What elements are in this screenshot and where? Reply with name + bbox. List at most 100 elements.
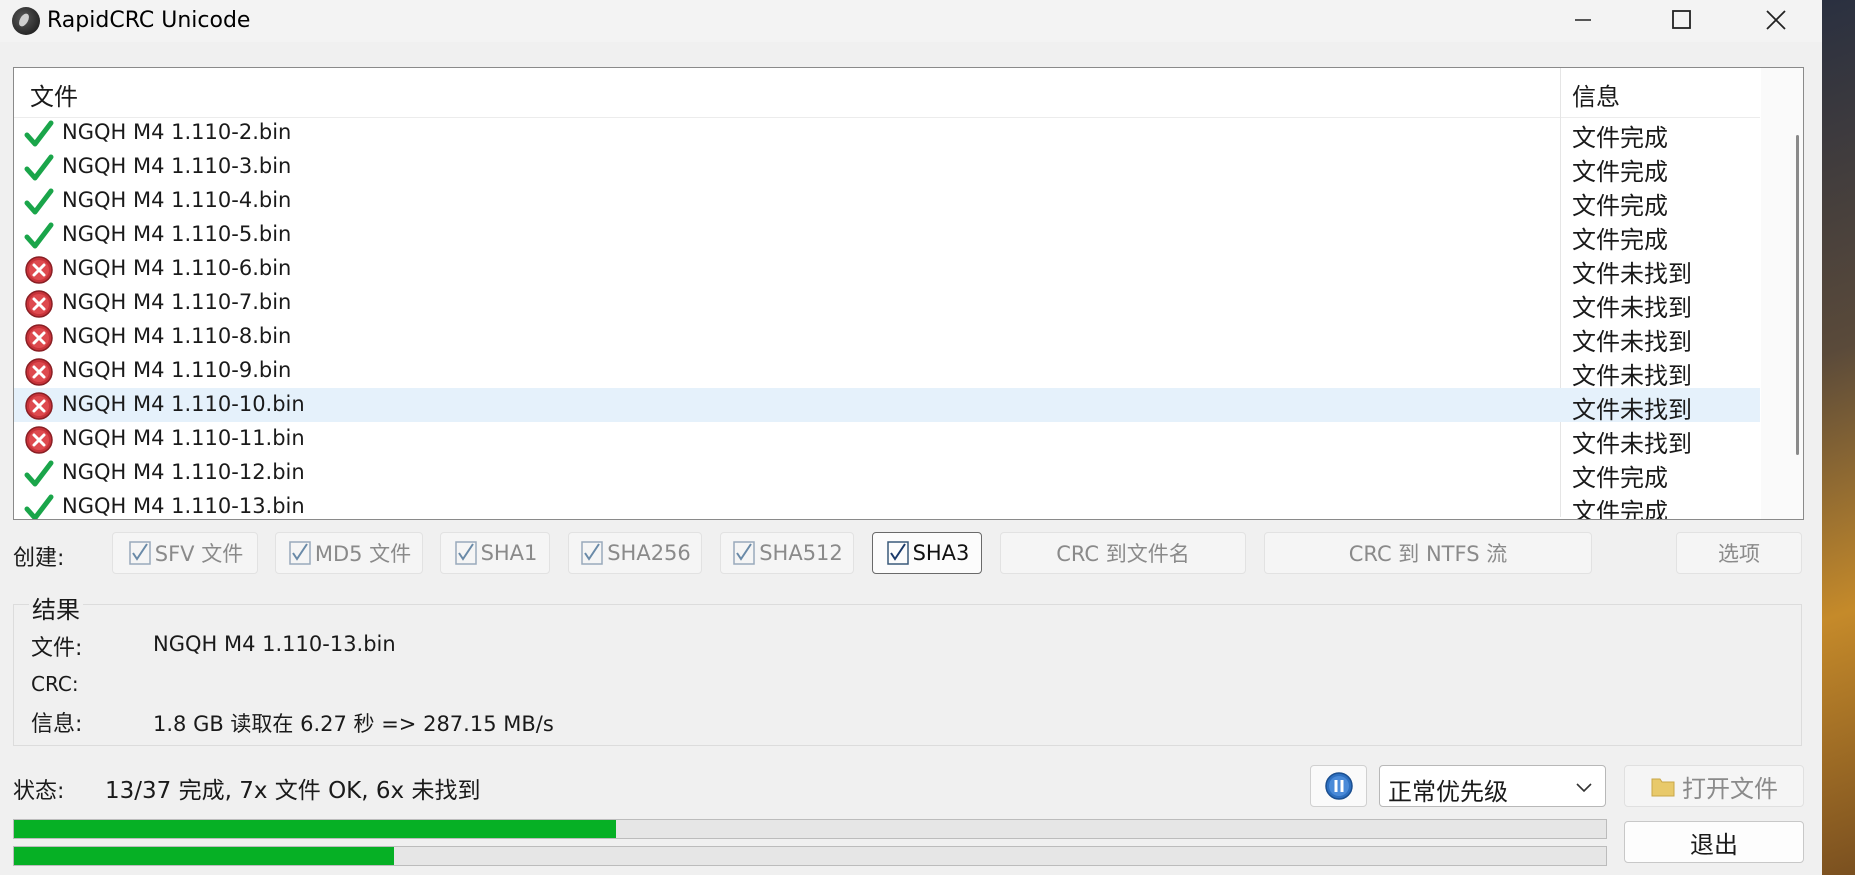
file-name: NGQH M4 1.110-5.bin <box>62 222 292 246</box>
check-icon <box>24 188 54 215</box>
file-row[interactable]: NGQH M4 1.110-4.bin 文件完成 <box>14 184 1760 220</box>
checksum-file-icon <box>289 541 311 565</box>
create-sha256-button[interactable]: SHA256 <box>568 532 702 574</box>
error-icon <box>25 426 53 454</box>
file-name: NGQH M4 1.110-9.bin <box>62 358 292 382</box>
file-info: 文件完成 <box>1572 124 1668 152</box>
create-sha256-label: SHA256 <box>607 541 691 565</box>
window-title: RapidCRC Unicode <box>47 8 251 33</box>
scrollbar-thumb[interactable] <box>1796 135 1799 455</box>
minimize-button[interactable] <box>1538 0 1628 40</box>
result-crc-label: CRC: <box>31 672 79 696</box>
crc-to-ntfs-stream-button[interactable]: CRC 到 NTFS 流 <box>1264 532 1592 574</box>
total-progress-fill <box>14 847 395 865</box>
create-sha1-button[interactable]: SHA1 <box>440 532 550 574</box>
create-sha3-label: SHA3 <box>912 541 970 565</box>
file-info: 文件未找到 <box>1572 260 1692 288</box>
file-row[interactable]: NGQH M4 1.110-8.bin 文件未找到 <box>14 320 1760 356</box>
check-icon <box>24 222 54 249</box>
file-list[interactable]: 文件 信息 NGQH M4 1.110-2.bin 文件完成 NGQH M4 1.1… <box>13 67 1804 520</box>
file-row[interactable]: NGQH M4 1.110-11.bin 文件未找到 <box>14 422 1760 458</box>
title-bar[interactable]: RapidCRC Unicode <box>0 0 1822 42</box>
create-label: 创建: <box>13 546 65 571</box>
minimize-icon <box>1575 19 1591 21</box>
file-name: NGQH M4 1.110-7.bin <box>62 290 292 314</box>
column-header-file[interactable]: 文件 <box>30 77 78 112</box>
priority-select[interactable]: 正常优先级 <box>1379 765 1606 807</box>
check-icon <box>24 154 54 181</box>
create-sha1-label: SHA1 <box>480 541 538 565</box>
column-header-info[interactable]: 信息 <box>1572 77 1620 112</box>
pause-button[interactable] <box>1310 765 1367 807</box>
file-progress-fill <box>14 820 616 838</box>
result-info-label: 信息: <box>31 712 83 737</box>
create-sfv-label: SFV 文件 <box>154 542 244 566</box>
file-name: NGQH M4 1.110-11.bin <box>62 426 305 450</box>
file-row[interactable]: NGQH M4 1.110-6.bin 文件未找到 <box>14 252 1760 288</box>
file-info: 文件未找到 <box>1572 294 1692 322</box>
vertical-scrollbar[interactable] <box>1761 68 1803 519</box>
file-info: 文件完成 <box>1572 226 1668 254</box>
create-md5-label: MD5 文件 <box>314 542 412 566</box>
options-label: 选项 <box>1718 542 1760 566</box>
crc-to-filename-button[interactable]: CRC 到文件名 <box>1000 532 1246 574</box>
file-name: NGQH M4 1.110-2.bin <box>62 120 292 144</box>
create-md5-button[interactable]: MD5 文件 <box>275 532 423 574</box>
status-label: 状态: <box>13 779 65 804</box>
file-row[interactable]: NGQH M4 1.110-5.bin 文件完成 <box>14 218 1760 254</box>
checksum-file-icon <box>454 541 477 565</box>
file-row[interactable]: NGQH M4 1.110-13.bin 文件完成 <box>14 490 1760 520</box>
check-icon <box>24 494 54 519</box>
result-info-value: 1.8 GB 读取在 6.27 秒 => 287.15 MB/s <box>153 712 554 736</box>
file-info: 文件完成 <box>1572 158 1668 186</box>
file-info: 文件完成 <box>1572 498 1668 520</box>
priority-select-value: 正常优先级 <box>1388 778 1508 806</box>
crc-to-filename-label: CRC 到文件名 <box>1056 542 1190 566</box>
error-icon <box>25 324 53 352</box>
folder-icon <box>1651 778 1675 797</box>
check-icon <box>24 460 54 487</box>
pause-icon <box>1324 772 1353 800</box>
crc-to-ntfs-stream-label: CRC 到 NTFS 流 <box>1348 542 1508 566</box>
file-name: NGQH M4 1.110-12.bin <box>62 460 305 484</box>
checksum-file-icon <box>733 541 755 565</box>
close-button[interactable] <box>1731 0 1821 40</box>
exit-button[interactable]: 退出 <box>1624 821 1804 863</box>
error-icon <box>25 392 53 420</box>
file-name: NGQH M4 1.110-10.bin <box>62 392 305 416</box>
options-button[interactable]: 选项 <box>1676 532 1802 574</box>
file-row[interactable]: NGQH M4 1.110-2.bin 文件完成 <box>14 116 1760 152</box>
open-files-button[interactable]: 打开文件 <box>1624 765 1804 807</box>
create-sha512-label: SHA512 <box>759 541 843 565</box>
file-row[interactable]: NGQH M4 1.110-10.bin 文件未找到 <box>14 388 1760 424</box>
result-group-title: 结果 <box>29 590 83 625</box>
create-sha3-button[interactable]: SHA3 <box>872 532 982 574</box>
status-text: 13/37 完成, 7x 文件 OK, 6x 未找到 <box>105 778 481 804</box>
file-row[interactable]: NGQH M4 1.110-9.bin 文件未找到 <box>14 354 1760 390</box>
check-icon <box>24 120 54 147</box>
total-progress-bar <box>13 846 1607 866</box>
file-name: NGQH M4 1.110-3.bin <box>62 154 292 178</box>
file-name: NGQH M4 1.110-8.bin <box>62 324 292 348</box>
app-logo-icon <box>12 7 40 35</box>
file-row[interactable]: NGQH M4 1.110-12.bin 文件完成 <box>14 456 1760 492</box>
app-window: RapidCRC Unicode 文件 信息 NGQH M4 1.110-2.b… <box>0 0 1822 875</box>
checksum-file-icon <box>886 541 909 565</box>
maximize-icon <box>1672 10 1691 29</box>
file-name: NGQH M4 1.110-13.bin <box>62 494 305 518</box>
close-icon <box>1766 10 1786 30</box>
maximize-button[interactable] <box>1637 0 1727 40</box>
file-info: 文件完成 <box>1572 464 1668 492</box>
result-file-value: NGQH M4 1.110-13.bin <box>153 632 396 656</box>
create-sfv-button[interactable]: SFV 文件 <box>112 532 258 574</box>
file-info: 文件未找到 <box>1572 328 1692 356</box>
open-files-label: 打开文件 <box>1682 774 1778 803</box>
file-name: NGQH M4 1.110-6.bin <box>62 256 292 280</box>
create-sha512-button[interactable]: SHA512 <box>720 532 854 574</box>
list-header: 文件 信息 <box>14 68 1760 118</box>
file-row[interactable]: NGQH M4 1.110-7.bin 文件未找到 <box>14 286 1760 322</box>
file-info: 文件未找到 <box>1572 362 1692 390</box>
file-info: 文件完成 <box>1572 192 1668 220</box>
file-row[interactable]: NGQH M4 1.110-3.bin 文件完成 <box>14 150 1760 186</box>
file-name: NGQH M4 1.110-4.bin <box>62 188 292 212</box>
